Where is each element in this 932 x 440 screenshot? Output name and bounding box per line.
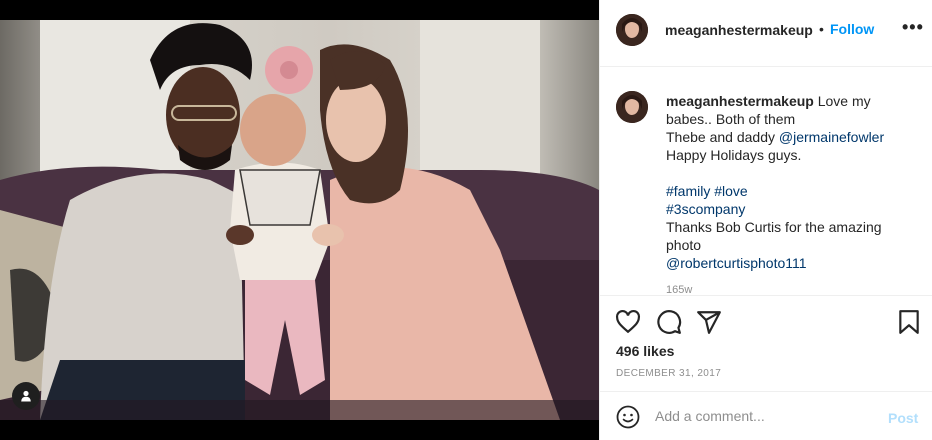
avatar[interactable] bbox=[616, 14, 648, 46]
caption-text: meaganhestermakeup Love my babes.. Both … bbox=[666, 92, 916, 272]
caption-section: meaganhestermakeup Love my babes.. Both … bbox=[600, 67, 932, 295]
caption-line4: Thanks Bob Curtis for the amazing photo bbox=[666, 219, 882, 253]
comment-bar: Post bbox=[600, 391, 932, 440]
hashtag-link[interactable]: #3scompany bbox=[666, 201, 745, 217]
comment-icon[interactable] bbox=[656, 309, 682, 335]
post-header: meaganhestermakeup • Follow ••• bbox=[600, 0, 932, 67]
caption-line2: Thebe and daddy bbox=[666, 129, 779, 145]
comment-input[interactable] bbox=[655, 406, 870, 426]
post-date[interactable]: DECEMBER 31, 2017 bbox=[616, 368, 721, 379]
caption-avatar[interactable] bbox=[616, 91, 648, 123]
post-media[interactable] bbox=[0, 0, 599, 440]
post-photo[interactable] bbox=[0, 20, 599, 420]
likes-count[interactable]: 496 likes bbox=[616, 343, 674, 359]
bookmark-icon[interactable] bbox=[896, 309, 922, 335]
share-icon[interactable] bbox=[696, 309, 722, 335]
action-bar: 496 likes DECEMBER 31, 2017 bbox=[600, 295, 932, 391]
caption-username[interactable]: meaganhestermakeup bbox=[666, 93, 814, 109]
mention-link[interactable]: @jermainefowler bbox=[779, 129, 884, 145]
caption-timestamp[interactable]: 165w bbox=[666, 284, 692, 295]
avatar-image bbox=[616, 14, 648, 46]
more-options-icon[interactable]: ••• bbox=[902, 17, 924, 38]
emoji-icon[interactable] bbox=[616, 405, 640, 429]
heart-icon[interactable] bbox=[615, 309, 641, 335]
instagram-post: meaganhestermakeup • Follow ••• meaganhe… bbox=[0, 0, 932, 440]
user-tag-icon bbox=[21, 390, 31, 402]
follow-button[interactable]: Follow bbox=[830, 21, 874, 37]
avatar-image bbox=[616, 91, 648, 123]
header-username[interactable]: meaganhestermakeup bbox=[665, 22, 813, 38]
post-comment-button[interactable]: Post bbox=[888, 410, 918, 426]
user-tag-button[interactable] bbox=[12, 382, 40, 410]
post-sidebar: meaganhestermakeup • Follow ••• meaganhe… bbox=[599, 0, 932, 440]
mention-link[interactable]: @robertcurtisphoto111 bbox=[666, 255, 807, 271]
separator-dot: • bbox=[819, 21, 824, 37]
caption-line3: Happy Holidays guys. bbox=[666, 147, 802, 163]
hashtag-links[interactable]: #family #love bbox=[666, 183, 748, 199]
